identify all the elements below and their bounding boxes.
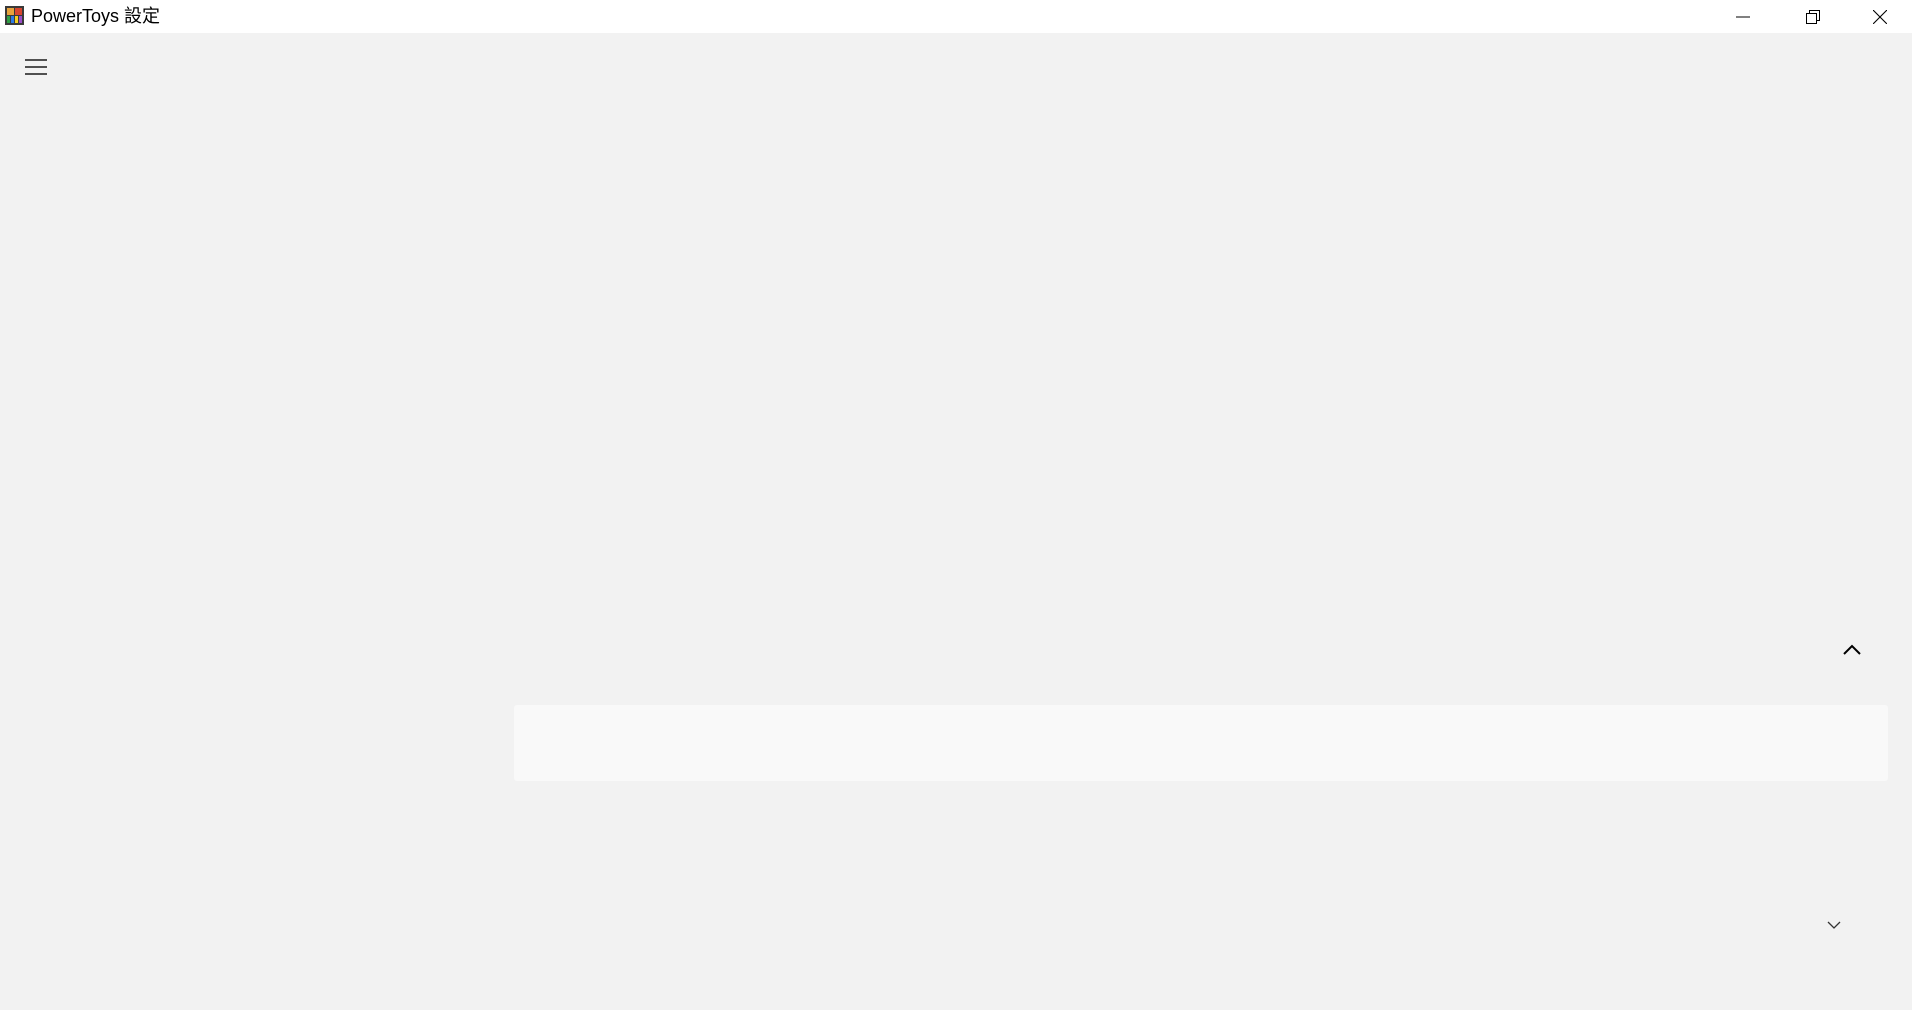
settings-card xyxy=(514,705,1888,781)
chevron-up-icon xyxy=(1843,643,1861,661)
navigation-toggle-button[interactable] xyxy=(20,56,52,82)
powertoys-app-icon xyxy=(5,6,24,25)
hamburger-menu-icon xyxy=(25,58,47,81)
restore-icon xyxy=(1806,9,1820,24)
collapse-button[interactable] xyxy=(1834,636,1870,668)
close-icon xyxy=(1873,9,1887,24)
powertoys-settings-window: PowerToys 設定 xyxy=(0,0,1912,1010)
close-button[interactable] xyxy=(1848,0,1912,33)
minimize-icon xyxy=(1736,10,1750,24)
title-bar[interactable]: PowerToys 設定 xyxy=(0,0,1912,33)
window-title: PowerToys 設定 xyxy=(31,6,161,26)
chevron-down-icon xyxy=(1827,917,1841,935)
minimize-button[interactable] xyxy=(1708,0,1778,33)
expand-button[interactable] xyxy=(1818,914,1850,938)
restore-button[interactable] xyxy=(1778,0,1848,33)
